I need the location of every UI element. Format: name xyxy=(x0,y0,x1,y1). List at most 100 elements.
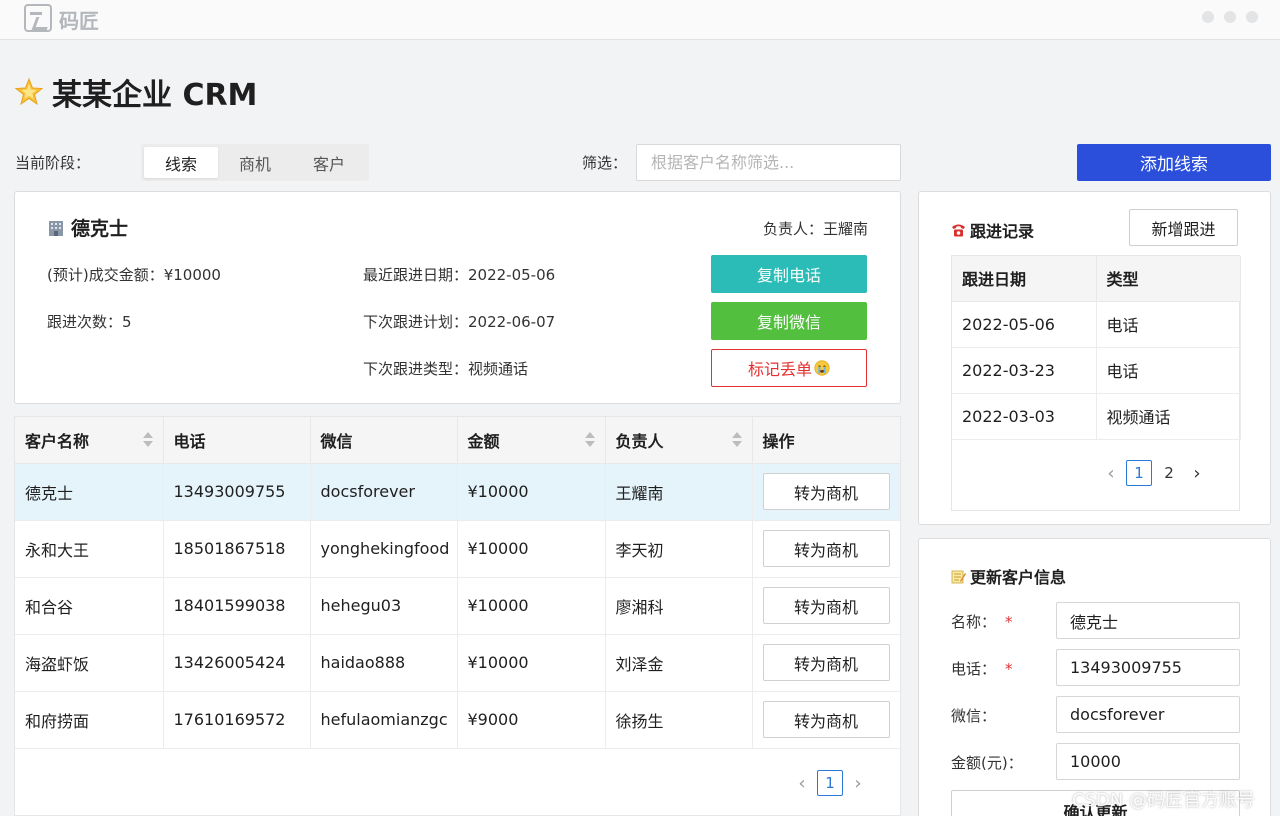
star-icon xyxy=(14,77,44,106)
follow-up-table-wrapper: 跟进日期 类型 2022-05-06 电话 2022-03-23 电话 2022… xyxy=(951,255,1241,511)
page-button-2[interactable]: 2 xyxy=(1156,460,1182,486)
cell-date: 2022-05-06 xyxy=(952,301,1097,348)
page-button-1[interactable]: 1 xyxy=(817,770,843,796)
detail-amount: (预计)成交金额：¥10000 xyxy=(47,266,221,284)
required-mark: * xyxy=(1005,613,1013,631)
detail-customer-name: 德克士 xyxy=(71,218,129,240)
cell-action: 转为商机 xyxy=(752,691,900,749)
table-row[interactable]: 2022-03-03 视频通话 xyxy=(952,393,1241,440)
memo-icon xyxy=(951,570,966,583)
cell-amount: ¥9000 xyxy=(457,691,606,749)
detail-title: 德克士 xyxy=(47,214,128,241)
table-header-row: 跟进日期 类型 xyxy=(952,256,1241,302)
convert-to-opportunity-button[interactable]: 转为商机 xyxy=(762,530,890,567)
amount-field[interactable] xyxy=(1056,743,1240,780)
window-dot-icon[interactable] xyxy=(1224,11,1236,23)
sort-icon[interactable] xyxy=(584,432,595,448)
window-dot-icon[interactable] xyxy=(1202,11,1214,23)
table-row[interactable]: 2022-05-06 电话 xyxy=(952,301,1241,348)
mark-lost-button[interactable]: 标记丢单 xyxy=(711,349,867,387)
amount-field-label: 金额(元)： xyxy=(951,754,1023,772)
prev-page-icon[interactable]: ‹ xyxy=(1098,460,1124,486)
column-header-owner[interactable]: 负责人 xyxy=(605,417,753,464)
copy-wechat-button[interactable]: 复制微信 xyxy=(711,302,867,340)
add-follow-up-button[interactable]: 新增跟进 xyxy=(1129,209,1238,246)
page-button-1[interactable]: 1 xyxy=(1126,460,1152,486)
window-dot-icon[interactable] xyxy=(1246,11,1258,23)
mark-lost-label: 标记丢单 xyxy=(747,360,812,379)
cell-type: 电话 xyxy=(1096,347,1241,394)
column-header-amount[interactable]: 金额 xyxy=(457,417,606,464)
page-title-text: 某某企业 CRM xyxy=(52,78,258,113)
required-mark: * xyxy=(1005,660,1013,678)
add-lead-button[interactable]: 添加线索 xyxy=(1077,144,1271,181)
cell-phone: 17610169572 xyxy=(163,691,311,749)
cell-date: 2022-03-23 xyxy=(952,347,1097,394)
cell-type: 电话 xyxy=(1096,301,1241,348)
cell-action: 转为商机 xyxy=(752,634,900,692)
cell-owner: 徐扬生 xyxy=(605,691,753,749)
cell-phone: 13426005424 xyxy=(163,634,311,692)
sort-icon[interactable] xyxy=(142,432,153,448)
page-title: 某某企业 CRM xyxy=(14,72,258,113)
customers-table: 客户名称 电话 微信 金额 负责人 操作 德克士 13493009755 doc… xyxy=(15,417,900,749)
next-page-icon[interactable]: › xyxy=(1184,460,1210,486)
cell-wechat: haidao888 xyxy=(310,634,458,692)
detail-next-follow-type: 下次跟进类型：视频通话 xyxy=(363,360,529,378)
cell-name: 和府捞面 xyxy=(15,691,164,749)
cell-amount: ¥10000 xyxy=(457,634,606,692)
convert-to-opportunity-button[interactable]: 转为商机 xyxy=(762,644,890,681)
column-header-phone: 电话 xyxy=(163,417,311,464)
column-header-label: 微信 xyxy=(320,431,353,451)
telephone-icon xyxy=(952,224,965,237)
filter-input[interactable] xyxy=(636,144,901,181)
cell-phone: 18501867518 xyxy=(163,520,311,578)
cell-owner: 廖湘科 xyxy=(605,577,753,635)
column-header-action: 操作 xyxy=(752,417,900,464)
table-row[interactable]: 和合谷 18401599038 hehegu03 ¥10000 廖湘科 转为商机 xyxy=(15,577,900,635)
cell-amount: ¥10000 xyxy=(457,520,606,578)
title-bar: 码匠 xyxy=(0,0,1280,40)
cell-name: 德克士 xyxy=(15,463,164,521)
next-page-icon[interactable]: › xyxy=(845,770,871,796)
convert-to-opportunity-button[interactable]: 转为商机 xyxy=(762,701,890,738)
table-row[interactable]: 2022-03-23 电话 xyxy=(952,347,1241,394)
copy-phone-button[interactable]: 复制电话 xyxy=(711,255,867,293)
cell-owner: 李天初 xyxy=(605,520,753,578)
crying-face-icon xyxy=(814,360,830,376)
column-header-name[interactable]: 客户名称 xyxy=(15,417,164,464)
prev-page-icon[interactable]: ‹ xyxy=(789,770,815,796)
convert-to-opportunity-button[interactable]: 转为商机 xyxy=(762,587,890,624)
cell-amount: ¥10000 xyxy=(457,577,606,635)
table-row[interactable]: 永和大王 18501867518 yonghekingfood ¥10000 李… xyxy=(15,520,900,578)
table-row[interactable]: 德克士 13493009755 docsforever ¥10000 王耀南 转… xyxy=(15,463,900,521)
app-logo-icon xyxy=(24,4,52,32)
stage-tab-leads[interactable]: 线索 xyxy=(144,147,218,178)
name-field[interactable] xyxy=(1056,602,1240,639)
sort-icon[interactable] xyxy=(731,432,742,448)
cell-phone: 13493009755 xyxy=(163,463,311,521)
cell-name: 海盗虾饭 xyxy=(15,634,164,692)
column-header-type: 类型 xyxy=(1096,256,1241,302)
detail-next-follow-plan: 下次跟进计划：2022-06-07 xyxy=(363,313,556,331)
name-field-label: 名称： xyxy=(951,613,997,631)
follow-up-card: 跟进记录 新增跟进 跟进日期 类型 2022-05-06 电话 2022-03-… xyxy=(918,191,1271,525)
cell-owner: 王耀南 xyxy=(605,463,753,521)
cell-type: 视频通话 xyxy=(1096,393,1241,440)
cell-wechat: hefulaomianzgc xyxy=(310,691,458,749)
convert-to-opportunity-button[interactable]: 转为商机 xyxy=(762,473,890,510)
phone-field[interactable] xyxy=(1056,649,1240,686)
stage-tab-customers[interactable]: 客户 xyxy=(292,147,366,178)
column-header-date: 跟进日期 xyxy=(952,256,1097,302)
follow-up-pagination: ‹ 1 2 › xyxy=(1098,460,1210,486)
table-row[interactable]: 海盗虾饭 13426005424 haidao888 ¥10000 刘泽金 转为… xyxy=(15,634,900,692)
cell-name: 和合谷 xyxy=(15,577,164,635)
cell-action: 转为商机 xyxy=(752,577,900,635)
update-customer-card: 更新客户信息 名称： * 电话： * 微信： 金额(元)： 确认更新 xyxy=(918,538,1271,816)
table-row[interactable]: 和府捞面 17610169572 hefulaomianzgc ¥9000 徐扬… xyxy=(15,691,900,749)
follow-up-title: 跟进记录 xyxy=(951,218,1034,242)
cell-date: 2022-03-03 xyxy=(952,393,1097,440)
stage-tab-opportunities[interactable]: 商机 xyxy=(218,147,292,178)
wechat-field[interactable] xyxy=(1056,696,1240,733)
cell-name: 永和大王 xyxy=(15,520,164,578)
